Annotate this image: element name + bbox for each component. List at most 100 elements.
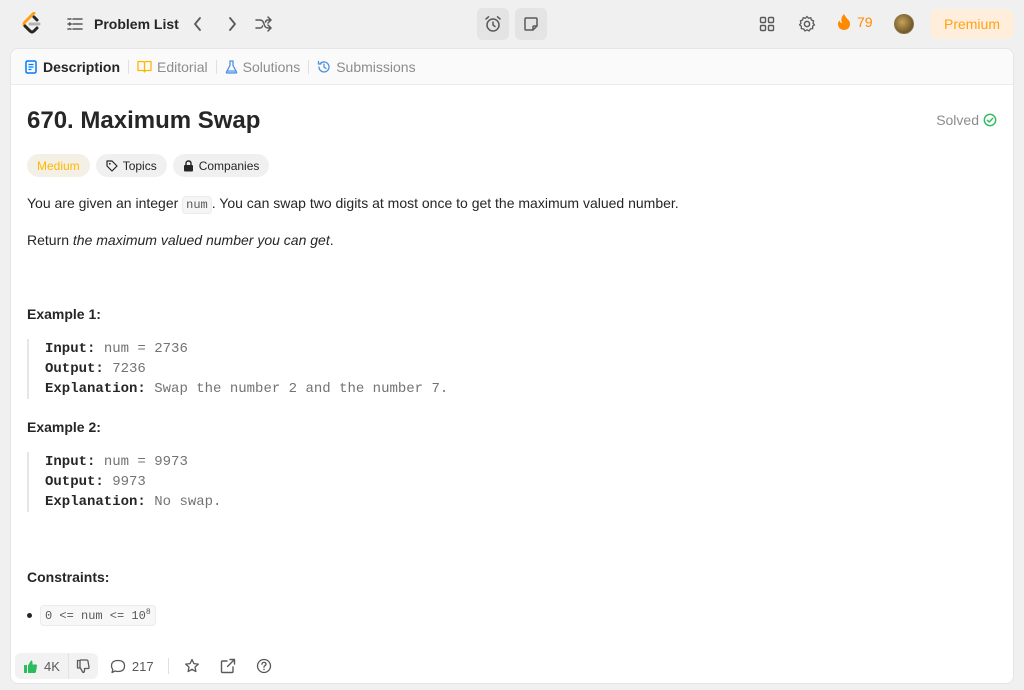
like-count: 4K [44, 658, 60, 674]
problem-title: 670. Maximum Swap [27, 107, 261, 134]
topics-label: Topics [122, 158, 157, 173]
topics-tag[interactable]: Topics [95, 154, 167, 177]
constraint-text: 0 <= num <= 10 [45, 609, 146, 623]
premium-button[interactable]: Premium [930, 9, 1014, 39]
streak-count: 79 [857, 14, 873, 30]
input-label: Input: [45, 341, 96, 357]
shuffle-icon [255, 16, 272, 32]
return-emphasis: the maximum valued number you can get [72, 232, 330, 248]
description-panel: Description Editorial Solutions Submissi… [10, 48, 1014, 684]
top-nav: Problem List 79 Premium [0, 0, 1024, 48]
output-value: 7236 [112, 361, 146, 377]
chevron-right-icon [229, 17, 236, 31]
fire-icon [837, 14, 851, 30]
solved-status: Solved [936, 112, 997, 128]
solved-label: Solved [936, 112, 979, 128]
explanation-value: Swap the number 2 and the number 7. [154, 381, 449, 397]
description-paragraph: You are given an integer num. You can sw… [27, 195, 679, 214]
alarm-clock-icon [485, 16, 501, 32]
thumbs-up-icon [24, 660, 38, 673]
bottom-action-bar: 4K 217 [11, 647, 1013, 683]
input-label: Input: [45, 454, 96, 470]
share-button[interactable] [219, 657, 237, 675]
document-icon [25, 59, 37, 74]
tab-divider [215, 59, 217, 74]
input-value: num = 9973 [103, 454, 188, 470]
tag-icon [106, 159, 118, 172]
random-problem-button[interactable] [254, 14, 274, 34]
example-2-heading: Example 2: [27, 419, 101, 435]
tab-editorial-label: Editorial [157, 58, 208, 75]
inline-code: num [182, 196, 212, 214]
constraint-exponent: 8 [145, 608, 151, 617]
description-text: . You can swap two digits at most once t… [211, 195, 679, 211]
layout-button[interactable] [757, 14, 777, 34]
output-label: Output: [45, 474, 104, 490]
note-icon [524, 17, 538, 31]
prev-problem-button[interactable] [188, 14, 208, 34]
book-icon [137, 60, 152, 73]
return-text: . [329, 232, 334, 248]
avatar[interactable] [894, 14, 914, 34]
example-1-heading: Example 1: [27, 306, 101, 322]
star-icon [184, 658, 199, 673]
help-button[interactable] [255, 657, 273, 675]
constraints-heading: Constraints: [27, 569, 110, 585]
tab-editorial[interactable]: Editorial [137, 49, 208, 85]
problem-list-label: Problem List [94, 16, 179, 32]
tab-submissions-label: Submissions [336, 58, 416, 75]
problem-tags: Medium Topics Companies [27, 154, 270, 177]
companies-label: Companies [198, 158, 260, 173]
vote-group: 4K [15, 653, 98, 679]
comment-icon [110, 659, 126, 673]
return-text: Return [27, 232, 73, 248]
constraint-item: 0 <= num <= 108 [27, 605, 156, 626]
external-link-icon [220, 658, 235, 674]
explanation-label: Explanation: [45, 381, 146, 397]
notes-button[interactable] [515, 8, 547, 40]
gear-icon [798, 15, 816, 32]
dislike-button[interactable] [67, 653, 98, 679]
output-label: Output: [45, 361, 104, 377]
tab-solutions[interactable]: Solutions [225, 49, 301, 85]
tab-description-label: Description [43, 58, 121, 75]
explanation-label: Explanation: [45, 494, 146, 510]
favorite-button[interactable] [183, 657, 201, 675]
comment-count: 217 [131, 658, 154, 674]
difficulty-badge: Medium [27, 154, 90, 177]
layout-grid-icon [759, 16, 775, 32]
companies-tag[interactable]: Companies [172, 154, 270, 177]
tab-submissions[interactable]: Submissions [317, 49, 416, 85]
explanation-value: No swap. [154, 494, 222, 510]
bullet [27, 613, 32, 618]
list-icon [67, 18, 83, 30]
tab-divider [128, 59, 130, 74]
description-text: You are given an integer [27, 195, 183, 211]
input-value: num = 2736 [103, 341, 188, 357]
tab-bar: Description Editorial Solutions Submissi… [11, 49, 1013, 85]
next-problem-button[interactable] [222, 14, 242, 34]
return-paragraph: Return the maximum valued number you can… [27, 232, 334, 248]
lock-icon [183, 159, 193, 171]
output-value: 9973 [112, 474, 146, 490]
comments-button[interactable]: 217 [110, 659, 154, 674]
history-icon [318, 60, 330, 73]
streak-counter[interactable]: 79 [836, 13, 873, 31]
example-1-block: Input: num = 2736 Output: 7236 Explanati… [27, 339, 448, 399]
question-circle-icon [256, 658, 271, 674]
tab-solutions-label: Solutions [242, 58, 301, 75]
check-circle-icon [983, 113, 997, 127]
thumbs-down-icon [76, 658, 90, 673]
like-button[interactable]: 4K [15, 653, 68, 679]
problem-list-button[interactable]: Problem List [66, 14, 179, 34]
divider [167, 658, 169, 674]
constraint-code: 0 <= num <= 108 [40, 605, 156, 626]
settings-button[interactable] [797, 14, 817, 34]
tab-divider [308, 59, 310, 74]
chevron-left-icon [194, 17, 201, 31]
example-2-block: Input: num = 9973 Output: 9973 Explanati… [27, 452, 221, 512]
leetcode-logo-icon[interactable] [21, 11, 43, 36]
tab-description[interactable]: Description [24, 49, 120, 85]
flask-icon [225, 59, 237, 74]
timer-button[interactable] [477, 8, 509, 40]
